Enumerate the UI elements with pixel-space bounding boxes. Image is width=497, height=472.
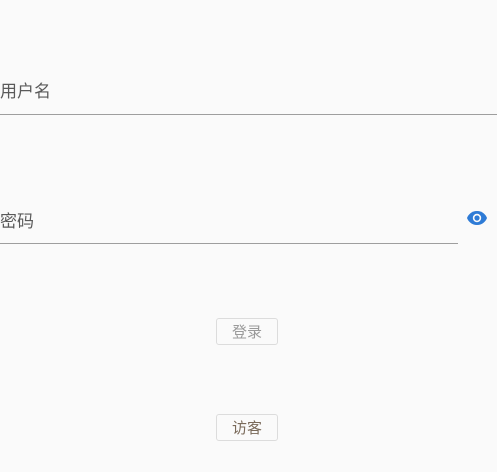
eye-icon xyxy=(467,211,487,225)
password-placeholder: 密码 xyxy=(0,212,34,232)
login-screen: 用户名 密码 登录 访客 xyxy=(0,0,497,472)
guest-button[interactable]: 访客 xyxy=(216,414,278,441)
password-underline xyxy=(0,243,458,244)
password-field[interactable]: 密码 xyxy=(0,0,460,250)
login-button[interactable]: 登录 xyxy=(216,318,278,345)
toggle-password-visibility-button[interactable] xyxy=(465,207,489,229)
